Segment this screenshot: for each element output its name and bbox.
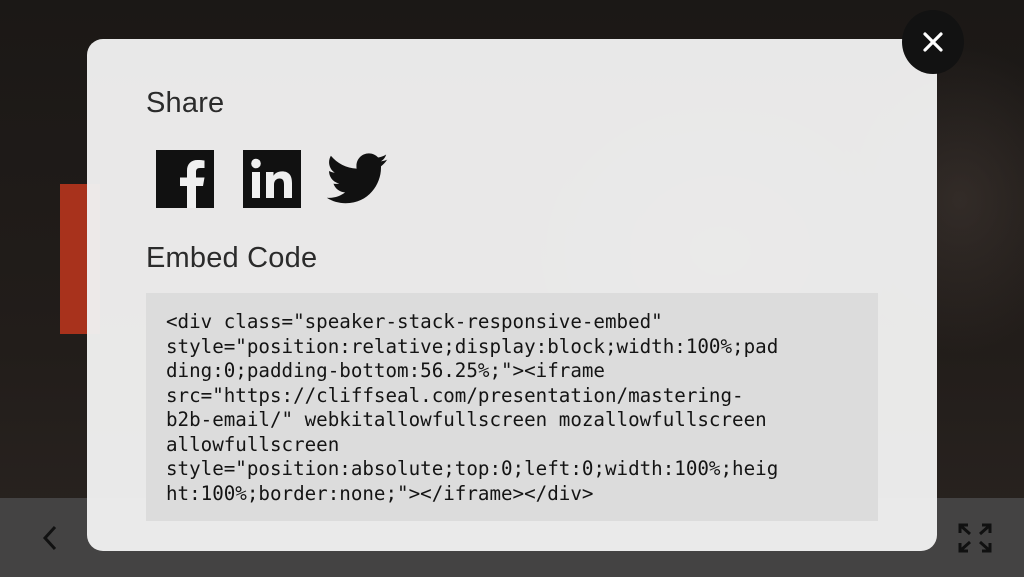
previous-slide-button[interactable] bbox=[34, 520, 66, 556]
embed-code-line: style="position:absolute;top:0;left:0;wi… bbox=[166, 457, 779, 480]
share-linkedin-button[interactable] bbox=[243, 150, 301, 208]
chevron-left-icon bbox=[42, 525, 57, 551]
share-modal: Share Embed Code <div class="speaker-sta… bbox=[87, 39, 937, 551]
twitter-icon bbox=[327, 153, 388, 204]
close-modal-button[interactable] bbox=[902, 10, 964, 74]
embed-code-line: style="position:relative;display:block;w… bbox=[166, 334, 779, 358]
facebook-icon bbox=[156, 150, 214, 208]
share-facebook-button[interactable] bbox=[156, 150, 214, 208]
embed-code-line: b2b-email/" webkitallowfullscreen mozall… bbox=[166, 408, 767, 431]
embed-code-line: ht:100%;border:none;"></iframe></div> bbox=[166, 481, 594, 505]
embed-code-line: <div class="speaker-stack-responsive-emb… bbox=[166, 310, 663, 333]
linkedin-icon bbox=[243, 150, 301, 208]
fullscreen-button[interactable] bbox=[954, 518, 996, 558]
close-icon bbox=[923, 32, 943, 52]
embed-code-heading: Embed Code bbox=[146, 242, 318, 274]
embed-code-line: allowfullscreen bbox=[166, 432, 340, 456]
share-heading: Share bbox=[146, 87, 225, 119]
fullscreen-icon bbox=[958, 523, 992, 553]
embed-code-line: ding:0;padding-bottom:56.25%;"><iframe bbox=[166, 359, 605, 382]
embed-code-line: src="https://cliffseal.com/presentation/… bbox=[166, 383, 744, 407]
embed-code-textbox[interactable]: <div class="speaker-stack-responsive-emb… bbox=[146, 293, 878, 521]
share-twitter-button[interactable] bbox=[327, 150, 389, 208]
